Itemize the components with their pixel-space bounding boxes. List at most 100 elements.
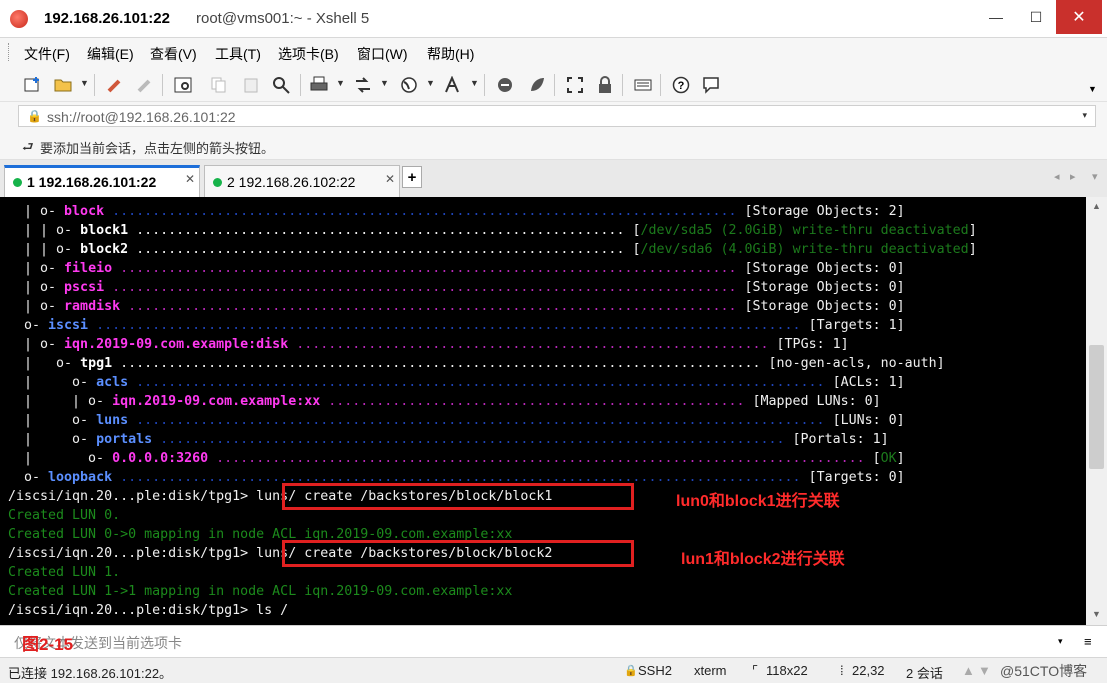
toolbar-overflow-icon[interactable]: ▼ (1088, 84, 1097, 94)
terminal-text: | o- (8, 261, 65, 276)
print-icon[interactable] (308, 74, 330, 96)
toolbar-separator (94, 74, 95, 96)
find-icon[interactable] (270, 74, 292, 96)
tab-close-icon[interactable]: ✕ (385, 172, 395, 186)
terminal-scrollbar[interactable]: ▲ ▼ (1086, 197, 1107, 625)
open-folder-icon[interactable] (52, 74, 74, 96)
terminal-text: Created LUN 1->1 mapping in node ACL iqn… (8, 584, 513, 599)
transfer-dropdown-icon[interactable]: ▼ (380, 78, 389, 88)
xftp-icon[interactable] (494, 74, 516, 96)
maximize-button[interactable]: ☐ (1018, 0, 1054, 34)
scroll-down-icon[interactable]: ▼ (1092, 609, 1101, 619)
terminal-text: ........................................… (128, 223, 633, 238)
scroll-up-arrow-icon[interactable]: ▲ (962, 663, 975, 678)
open-dropdown-icon[interactable]: ▼ (80, 78, 89, 88)
terminal-text: ........................................… (152, 432, 793, 447)
terminal-text: ........................................… (112, 356, 769, 371)
toolbar-separator (660, 74, 661, 96)
compose-menu-icon[interactable]: ≡ (1084, 634, 1092, 649)
scroll-thumb[interactable] (1089, 345, 1104, 469)
terminal-view[interactable]: /iscsi/iqn.20...ple:disk/tpg1> ls / Creat… (0, 197, 1086, 625)
properties-icon[interactable] (172, 74, 194, 96)
terminal-line: | o- acls ..............................… (8, 373, 905, 392)
terminal-text: ........................................… (128, 242, 633, 257)
new-tab-button[interactable]: + (402, 166, 422, 188)
fullscreen-icon[interactable] (564, 74, 586, 96)
xmanager-icon[interactable] (526, 74, 548, 96)
reconnect-icon[interactable] (104, 74, 126, 96)
protocol-label: SSH2 (638, 663, 672, 678)
chat-icon[interactable] (700, 74, 722, 96)
terminal-text: block2 (80, 242, 129, 257)
new-session-icon[interactable] (22, 74, 44, 96)
title-bar: 192.168.26.101:22 root@vms001:~ - Xshell… (0, 0, 1107, 38)
globe-dropdown-icon[interactable]: ▼ (426, 78, 435, 88)
menu-view[interactable]: 查看(V) (150, 44, 197, 64)
tab-prev-icon[interactable]: ◂ (1054, 170, 1060, 183)
font-dropdown-icon[interactable]: ▼ (470, 78, 479, 88)
scroll-up-icon[interactable]: ▲ (1092, 201, 1101, 211)
terminal-text: iqn.2019-09.com.example:disk (64, 337, 289, 352)
session-hint-text: 要添加当前会话，点击左侧的箭头按钮。 (40, 141, 275, 156)
terminal-text: | o- (8, 280, 65, 295)
menu-window[interactable]: 窗口(W) (357, 44, 408, 64)
menu-help[interactable]: 帮助(H) (427, 44, 474, 64)
tab-next-icon[interactable]: ▸ (1070, 170, 1076, 183)
terminal-text: [ACLs: 1] (832, 375, 905, 390)
menu-tools[interactable]: 工具(T) (215, 44, 261, 64)
terminal-text: ........................................… (88, 318, 809, 333)
address-dropdown-icon[interactable]: ▾ (1082, 110, 1087, 121)
terminal-line: | | o- block1 ..........................… (8, 221, 977, 240)
terminal-text: ........................................… (104, 204, 745, 219)
menu-tabs[interactable]: 选项卡(B) (278, 44, 339, 64)
terminal-text: ] (896, 451, 905, 466)
transfer-icon[interactable] (352, 74, 374, 96)
window-title-host: 192.168.26.101:22 (44, 10, 170, 27)
annotation-lun1: lun1和block2进行关联 (681, 551, 845, 568)
terminal-text: /dev/sda6 (4.0GiB) write-thru deactivate… (640, 242, 969, 257)
terminal-line: | o- 0.0.0.0:3260 ......................… (8, 449, 905, 468)
menu-file[interactable]: 文件(F) (24, 44, 70, 64)
terminal-line: | o- ramdisk ...........................… (8, 297, 905, 316)
terminal-text: ........................................… (128, 413, 833, 428)
compose-dropdown-icon[interactable]: ▾ (1058, 636, 1063, 647)
terminal-text: [no-gen-acls, no-auth] (768, 356, 945, 371)
terminal-text: | o- (8, 204, 65, 219)
close-window-button[interactable]: ✕ (1056, 0, 1102, 34)
terminal-text: [LUNs: 0] (832, 413, 905, 428)
terminal-text: | | o- (8, 223, 81, 238)
address-input[interactable]: 🔒 ssh://root@192.168.26.101:22 ▾ (18, 105, 1096, 127)
terminal-line: | o- portals ...........................… (8, 430, 889, 449)
globe-icon[interactable] (398, 74, 420, 96)
add-session-arrow-icon[interactable]: ⮐ (22, 138, 34, 160)
disconnect-icon (134, 74, 156, 96)
terminal-line: /iscsi/iqn.20...ple:disk/tpg1> ls / (8, 601, 288, 620)
lock-small-icon: 🔒 (27, 109, 42, 123)
resize-icon: ⌜ (752, 663, 759, 678)
lock-icon[interactable] (594, 74, 616, 96)
keyboard-icon[interactable] (632, 74, 654, 96)
tab-session-1[interactable]: 1 192.168.26.101:22 ✕ (4, 165, 200, 197)
cursor-position: 22,32 (852, 663, 885, 678)
menu-edit[interactable]: 编辑(E) (87, 44, 134, 64)
session-count: 2 会话 (906, 666, 943, 681)
tab-menu-icon[interactable]: ▾ (1092, 170, 1098, 183)
toolbar-separator (162, 74, 163, 96)
terminal-text: [Storage Objects: 0] (744, 299, 905, 314)
terminal-text: acls (96, 375, 129, 390)
help-icon[interactable]: ? (670, 74, 692, 96)
terminal-text: ] (968, 242, 977, 257)
terminal-text: [Storage Objects: 2] (744, 204, 905, 219)
terminal-text: [Mapped LUNs: 0] (752, 394, 881, 409)
tab-session-2[interactable]: 2 192.168.26.102:22 ✕ (204, 165, 400, 197)
menu-bar: 文件(F) 编辑(E) 查看(V) 工具(T) 选项卡(B) 窗口(W) 帮助(… (0, 38, 1107, 66)
terminal-text: [Storage Objects: 0] (744, 261, 905, 276)
terminal-text: ........................................… (128, 375, 833, 390)
tab-close-icon[interactable]: ✕ (185, 172, 195, 186)
svg-text:?: ? (678, 80, 685, 92)
font-icon[interactable] (442, 74, 464, 96)
cursor-icon: ⁞ (840, 663, 844, 678)
print-dropdown-icon[interactable]: ▼ (336, 78, 345, 88)
minimize-button[interactable]: — (978, 0, 1014, 34)
scroll-down-arrow-icon[interactable]: ▼ (978, 663, 991, 678)
